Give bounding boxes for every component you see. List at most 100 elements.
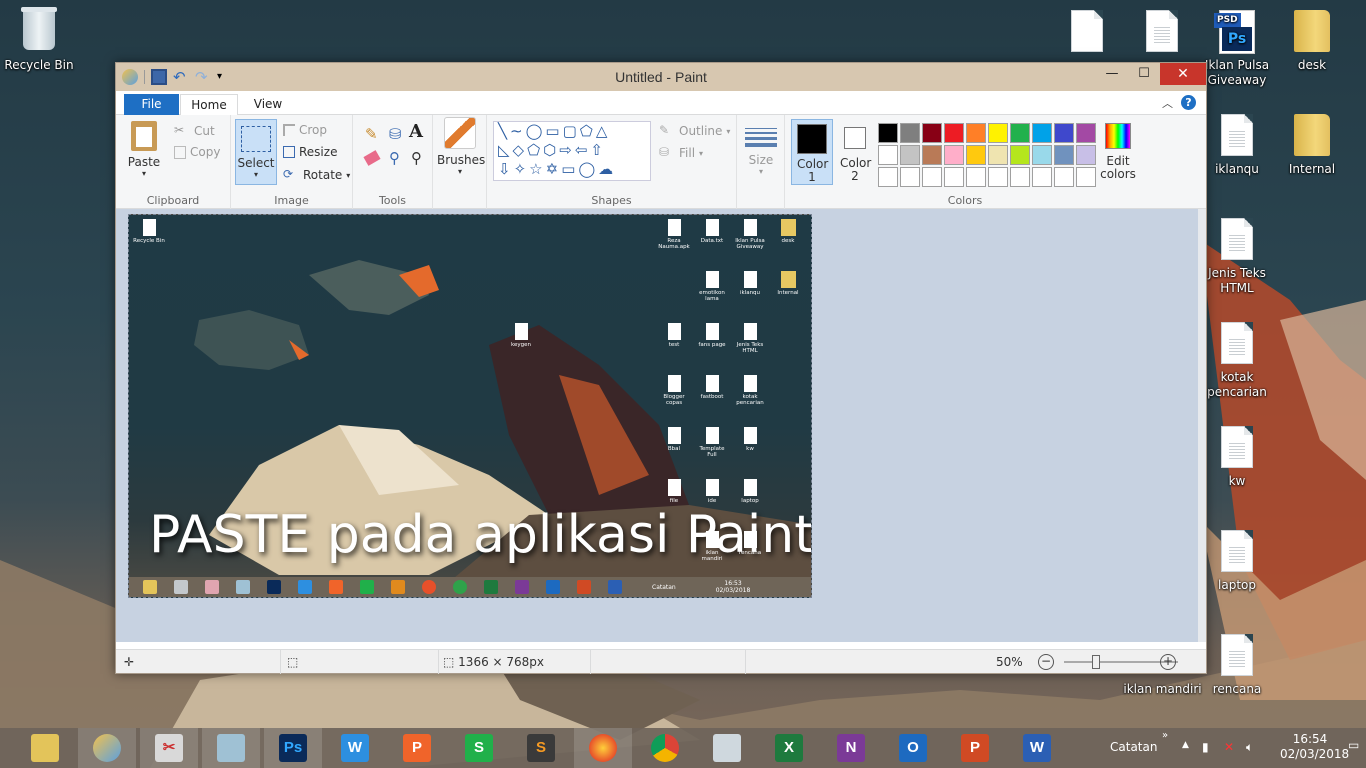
shape-polygon-icon[interactable]: ⬠	[580, 122, 596, 140]
color-swatch[interactable]	[1010, 167, 1030, 187]
color-swatch[interactable]	[966, 145, 986, 165]
shape-arrow-up-icon[interactable]: ⇧	[590, 141, 606, 159]
color-swatch[interactable]	[966, 123, 986, 143]
color-swatch[interactable]	[1076, 167, 1096, 187]
color-swatch[interactable]	[878, 145, 898, 165]
shape-star5-icon[interactable]: ☆	[529, 160, 545, 178]
color-swatch[interactable]	[988, 145, 1008, 165]
maximize-button[interactable]: ☐	[1128, 63, 1160, 85]
edit-colors-button[interactable]: Edit colors	[1100, 123, 1136, 181]
shape-pentagon-icon[interactable]: ⬠	[527, 141, 543, 159]
toolbar-expand-icon[interactable]: »	[1162, 730, 1168, 741]
shape-rounded-rect-icon[interactable]: ▢	[563, 122, 580, 140]
desktop-icon-jenis-teks[interactable]: Jenis Teks HTML	[1198, 218, 1276, 296]
magnifier-icon[interactable]: ⚲	[411, 149, 422, 167]
shape-diamond-icon[interactable]: ◇	[513, 141, 528, 159]
notification-icon[interactable]: ▭	[1348, 738, 1359, 752]
paste-button[interactable]: Paste ▾	[126, 121, 162, 178]
color-swatch[interactable]	[1032, 145, 1052, 165]
color-swatch[interactable]	[1076, 123, 1096, 143]
clock[interactable]: 16:54 02/03/2018	[1280, 732, 1349, 762]
color1-button[interactable]: Color 1	[791, 119, 833, 185]
taskbar-word[interactable]: W	[1008, 728, 1066, 768]
color-swatch[interactable]	[944, 123, 964, 143]
color-swatch[interactable]	[922, 167, 942, 187]
zoom-slider-thumb[interactable]	[1092, 655, 1100, 669]
shape-hexagon-icon[interactable]: ⬡	[543, 141, 559, 159]
outline-button[interactable]: ✎ Outline ▾	[659, 123, 730, 139]
crop-button[interactable]: Crop	[283, 123, 327, 137]
vertical-scrollbar[interactable]	[1198, 209, 1206, 642]
collapse-ribbon-icon[interactable]: ︿	[1162, 95, 1173, 111]
taskbar-calculator[interactable]	[698, 728, 756, 768]
zoom-out-button[interactable]: −	[1038, 654, 1054, 670]
taskbar-sublime[interactable]: S	[512, 728, 570, 768]
color-swatch[interactable]	[1076, 145, 1096, 165]
toolbar-catatan[interactable]: Catatan	[1110, 740, 1157, 754]
taskbar-onenote[interactable]: N	[822, 728, 880, 768]
fill-bucket-icon[interactable]: ⛁	[389, 125, 402, 143]
color-swatch[interactable]	[1054, 167, 1074, 187]
desktop-icon-recycle-bin[interactable]: Recycle Bin	[0, 7, 78, 73]
shape-triangle-icon[interactable]: △	[596, 122, 611, 140]
color-swatch[interactable]	[988, 123, 1008, 143]
color-swatch[interactable]	[988, 167, 1008, 187]
taskbar-chrome[interactable]	[636, 728, 694, 768]
resize-button[interactable]: Resize	[283, 145, 337, 159]
color-swatch[interactable]	[966, 167, 986, 187]
title-bar[interactable]: ↶ ↷ ▾ Untitled - Paint — ☐ ✕	[116, 63, 1206, 91]
color-swatch[interactable]	[1054, 145, 1074, 165]
volume-icon[interactable]: 🔈︎	[1246, 740, 1253, 755]
pencil-icon[interactable]: ✎	[365, 125, 378, 143]
shape-star4-icon[interactable]: ✧	[514, 160, 530, 178]
taskbar-powerpoint[interactable]: P	[946, 728, 1004, 768]
color-swatch[interactable]	[944, 145, 964, 165]
help-icon[interactable]: ?	[1181, 95, 1196, 110]
desktop-icon-blank-doc-1[interactable]	[1048, 10, 1126, 58]
taskbar-firefox[interactable]	[574, 728, 632, 768]
color-picker-icon[interactable]: ⚲	[389, 149, 400, 167]
shape-curve-icon[interactable]: ∼	[510, 122, 526, 140]
zoom-in-button[interactable]: +	[1160, 654, 1176, 670]
tab-view[interactable]: View	[246, 94, 290, 115]
shape-right-triangle-icon[interactable]: ◺	[498, 141, 513, 159]
desktop-icon-internal[interactable]: Internal	[1273, 114, 1351, 177]
taskbar-explorer[interactable]	[16, 728, 74, 768]
cut-button[interactable]: ✂ Cut	[174, 123, 215, 139]
show-hidden-icons[interactable]: ▲	[1182, 740, 1189, 750]
shape-line-icon[interactable]: ╲	[498, 122, 510, 140]
taskbar-snipping[interactable]: ✂	[140, 728, 198, 768]
color-swatch[interactable]	[878, 123, 898, 143]
desktop-icon-blank-doc-2[interactable]	[1123, 10, 1201, 58]
desktop-icon-iklan-mandiri[interactable]: iklan mandiri	[1115, 682, 1210, 697]
taskbar-photoshop[interactable]: Ps	[264, 728, 322, 768]
shape-arrow-down-icon[interactable]: ⇩	[498, 160, 514, 178]
taskbar-wps-spreadsheet[interactable]: S	[450, 728, 508, 768]
desktop-icon-laptop[interactable]: laptop	[1198, 530, 1276, 593]
close-button[interactable]: ✕	[1160, 63, 1206, 85]
desktop-icon-desk[interactable]: desk	[1273, 10, 1351, 73]
color-swatch[interactable]	[922, 123, 942, 143]
color-swatch[interactable]	[1032, 123, 1052, 143]
eraser-icon[interactable]	[363, 150, 381, 166]
desktop-icon-kw[interactable]: kw	[1198, 426, 1276, 489]
text-icon[interactable]: A	[409, 121, 423, 142]
taskbar-notepad[interactable]	[202, 728, 260, 768]
select-button[interactable]: Select ▾	[235, 119, 277, 185]
shape-callout-rect-icon[interactable]: ▭	[561, 160, 578, 178]
color-swatch[interactable]	[878, 167, 898, 187]
color-swatch[interactable]	[900, 123, 920, 143]
color-swatch[interactable]	[944, 167, 964, 187]
network-icon[interactable]: ✕	[1224, 740, 1234, 754]
shape-arrow-right-icon[interactable]: ⇨	[559, 141, 575, 159]
shape-oval-icon[interactable]: ◯	[526, 122, 546, 140]
color-swatch[interactable]	[1032, 167, 1052, 187]
rotate-button[interactable]: ⟳ Rotate ▾	[283, 167, 350, 183]
battery-icon[interactable]: ▮	[1202, 740, 1209, 754]
taskbar-excel[interactable]: X	[760, 728, 818, 768]
color-swatch[interactable]	[900, 145, 920, 165]
copy-button[interactable]: Copy	[174, 145, 220, 159]
shape-star6-icon[interactable]: ✡	[546, 160, 562, 178]
desktop-icon-iklan-pulsa[interactable]: PSD Ps Iklan Pulsa Giveaway	[1198, 10, 1276, 88]
shape-rectangle-icon[interactable]: ▭	[545, 122, 562, 140]
